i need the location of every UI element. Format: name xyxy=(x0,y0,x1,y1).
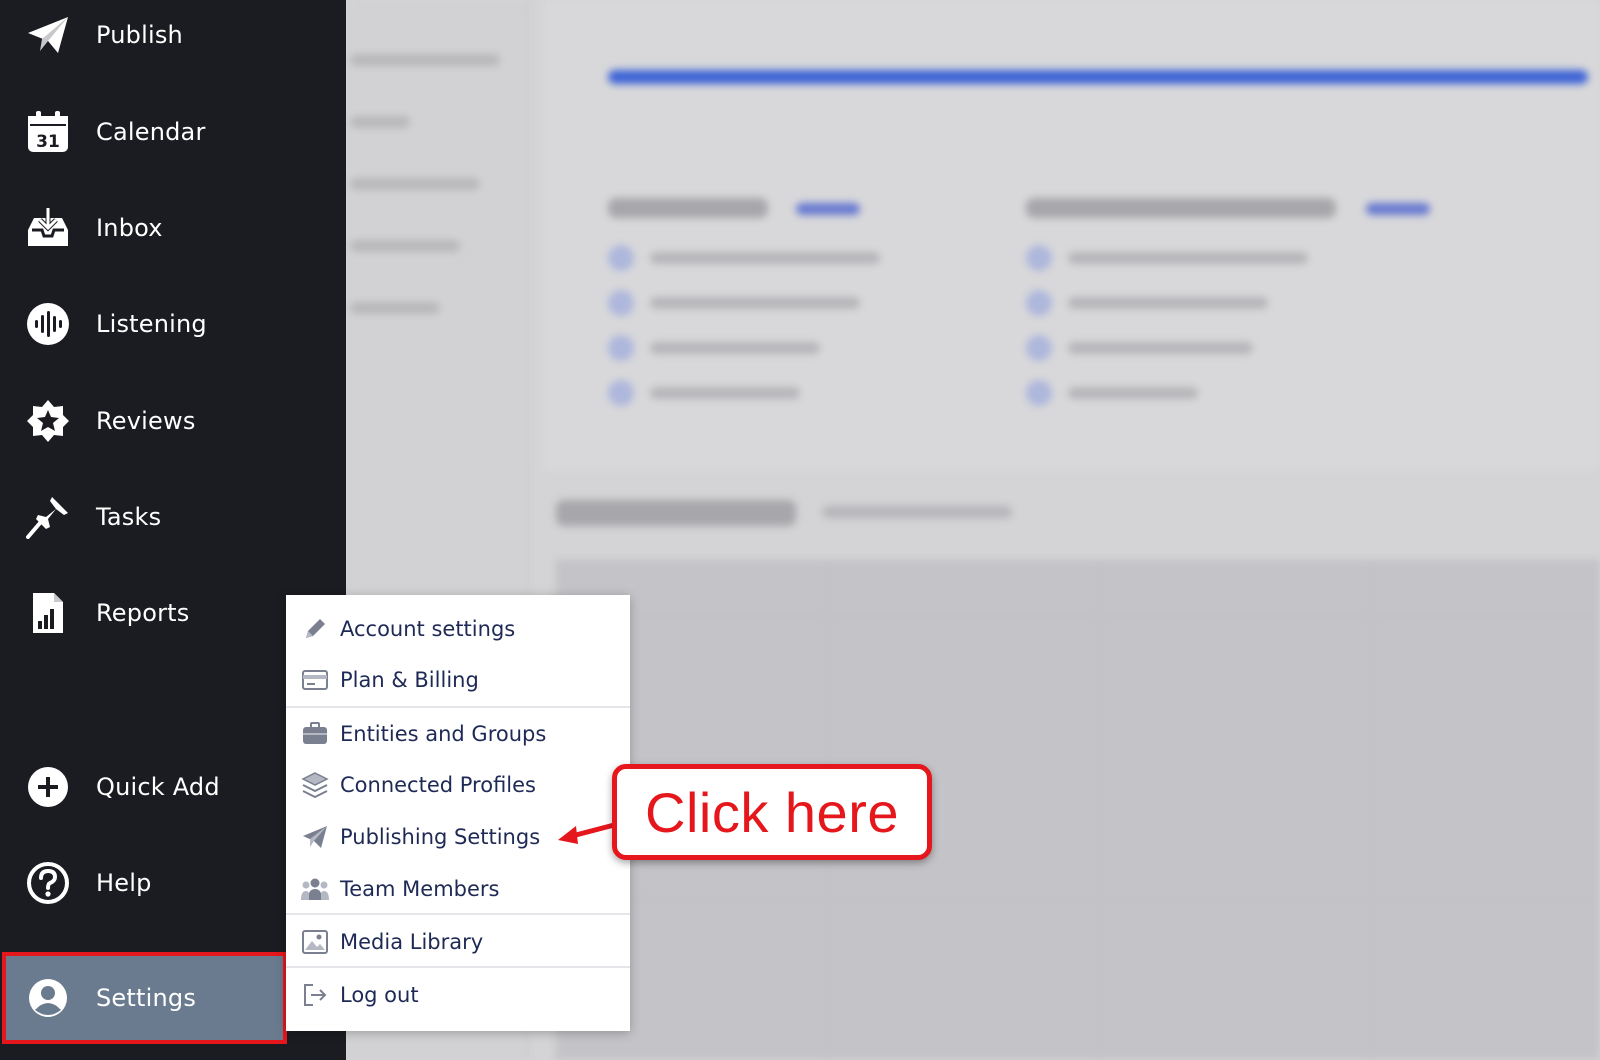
bg-line xyxy=(1068,252,1308,264)
menu-divider xyxy=(286,966,630,968)
bg-heading xyxy=(608,198,768,218)
callout-arrow-icon xyxy=(558,821,619,844)
sidebar-item-inbox[interactable]: Inbox xyxy=(0,193,346,263)
bg-dot xyxy=(608,335,634,361)
bg-cell xyxy=(1372,616,1600,898)
sidebar-item-settings[interactable]: Settings xyxy=(2,952,287,1044)
bg-dot xyxy=(1026,290,1052,316)
bg-dot xyxy=(608,245,634,271)
bg-dot xyxy=(1026,245,1052,271)
sidebar-item-label: Settings xyxy=(96,984,197,1012)
bg-row xyxy=(350,240,460,252)
sidebar-item-publish[interactable]: Publish xyxy=(0,0,346,70)
background-progress-bar xyxy=(608,70,1588,84)
menu-item-label: Publishing Settings xyxy=(340,825,541,849)
sidebar-item-label: Listening xyxy=(96,310,207,338)
image-icon xyxy=(300,927,330,957)
menu-item-log-out[interactable]: Log out xyxy=(286,969,630,1021)
briefcase-icon xyxy=(300,719,330,749)
star-icon xyxy=(26,399,70,443)
menu-item-label: Media Library xyxy=(340,930,484,954)
menu-item-label: Team Members xyxy=(340,877,500,901)
bg-line xyxy=(650,297,860,309)
paper-plane-icon xyxy=(300,822,330,852)
sidebar-item-tasks[interactable]: Tasks xyxy=(0,482,346,552)
calendar-badge-number: 31 xyxy=(36,132,60,152)
sidebar-item-label: Reviews xyxy=(96,407,196,435)
click-here-callout: Click here xyxy=(612,764,932,860)
bg-line xyxy=(650,252,880,264)
bg-line xyxy=(1068,387,1198,399)
sidebar-item-label: Tasks xyxy=(96,503,162,531)
bg-cell xyxy=(1100,616,1370,898)
bg-row xyxy=(350,54,500,66)
calendar-icon: 31 xyxy=(26,110,70,154)
users-icon xyxy=(300,874,330,904)
menu-item-entities-groups[interactable]: Entities and Groups xyxy=(286,708,630,760)
inbox-icon xyxy=(26,206,70,250)
sidebar-item-label: Inbox xyxy=(96,214,163,242)
bg-heading xyxy=(556,500,796,526)
bg-line xyxy=(650,387,800,399)
sidebar-item-label: Help xyxy=(96,869,152,897)
bg-row xyxy=(350,178,480,190)
bg-dot xyxy=(608,380,634,406)
paper-plane-icon xyxy=(26,13,70,57)
menu-item-connected-profiles[interactable]: Connected Profiles xyxy=(286,759,630,811)
bg-dot xyxy=(1026,380,1052,406)
bg-cell xyxy=(828,900,1098,1060)
user-circle-icon xyxy=(26,976,70,1020)
sidebar-item-label: Reports xyxy=(96,599,190,627)
pencil-icon xyxy=(300,614,330,644)
sidebar-item-label: Quick Add xyxy=(96,773,220,801)
sidebar-item-label: Publish xyxy=(96,21,183,49)
bg-dot xyxy=(608,290,634,316)
bg-line xyxy=(650,342,820,354)
menu-item-team-members[interactable]: Team Members xyxy=(286,863,630,915)
menu-item-label: Account settings xyxy=(340,617,516,641)
report-chart-icon xyxy=(26,591,70,635)
bg-accent xyxy=(796,203,860,215)
menu-item-account-settings[interactable]: Account settings xyxy=(286,603,630,655)
bg-cell xyxy=(1372,900,1600,1060)
sidebar-item-label: Calendar xyxy=(96,118,206,146)
bg-row xyxy=(350,302,440,314)
menu-item-label: Log out xyxy=(340,983,419,1007)
sidebar-item-listening[interactable]: Listening xyxy=(0,289,346,359)
bg-cell xyxy=(828,560,1098,614)
bg-line xyxy=(822,506,1012,518)
bg-accent xyxy=(1366,203,1430,215)
menu-item-media-library[interactable]: Media Library xyxy=(286,916,630,968)
menu-item-label: Entities and Groups xyxy=(340,722,547,746)
menu-divider xyxy=(286,913,630,915)
sound-wave-icon xyxy=(26,302,70,346)
bg-row xyxy=(350,116,410,128)
layers-icon xyxy=(300,770,330,800)
menu-item-label: Connected Profiles xyxy=(340,773,536,797)
bg-cell xyxy=(1372,560,1600,614)
credit-card-icon xyxy=(300,665,330,695)
bg-line xyxy=(1068,342,1253,354)
plus-circle-icon xyxy=(26,765,70,809)
question-circle-icon xyxy=(26,861,70,905)
pushpin-icon xyxy=(26,495,70,539)
bg-line xyxy=(1068,297,1268,309)
bg-dot xyxy=(1026,335,1052,361)
sidebar-item-reviews[interactable]: Reviews xyxy=(0,386,346,456)
menu-item-label: Plan & Billing xyxy=(340,668,479,692)
sidebar-item-calendar[interactable]: 31 Calendar xyxy=(0,97,346,167)
bg-heading xyxy=(1026,198,1336,218)
bg-cell xyxy=(1100,900,1370,1060)
logout-icon xyxy=(300,980,330,1010)
bg-cell xyxy=(1100,560,1370,614)
menu-item-plan-billing[interactable]: Plan & Billing xyxy=(286,654,630,706)
callout-text: Click here xyxy=(645,780,899,844)
